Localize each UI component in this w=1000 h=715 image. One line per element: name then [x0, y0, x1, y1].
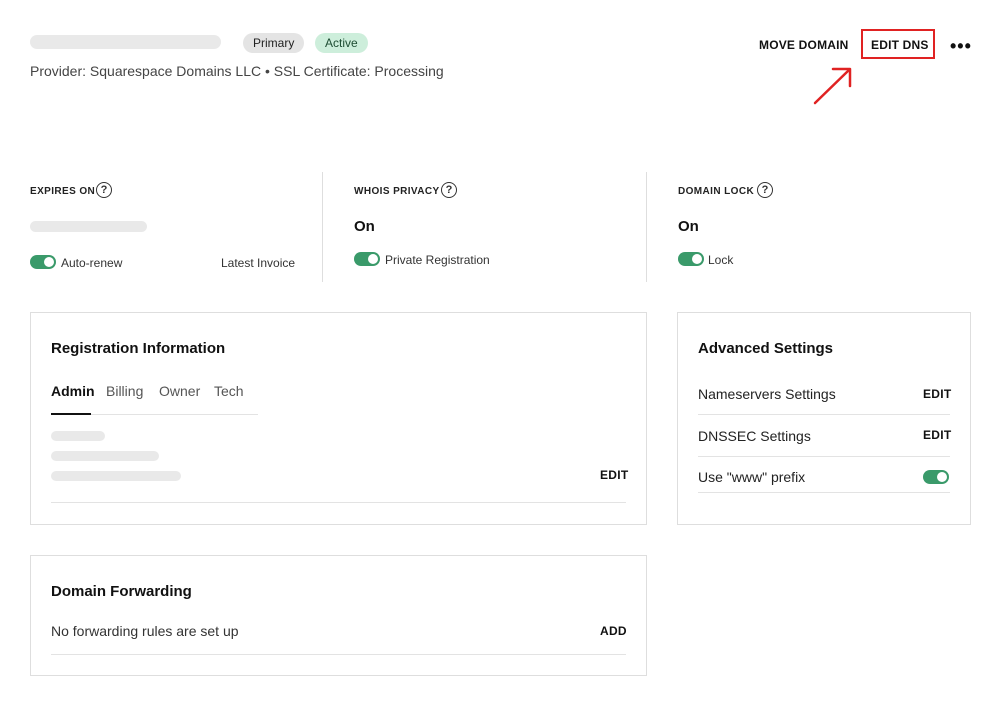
annotation-arrow-icon	[813, 67, 852, 105]
contact-placeholder	[51, 431, 105, 441]
expiry-date-placeholder	[30, 221, 147, 232]
divider	[698, 456, 950, 457]
divider	[698, 414, 950, 415]
registration-info-title: Registration Information	[51, 340, 226, 357]
nameservers-edit-button[interactable]: EDIT	[923, 387, 952, 401]
provider-subtitle: Provider: Squarespace Domains LLC • SSL …	[30, 63, 444, 79]
domain-forwarding-title: Domain Forwarding	[51, 583, 192, 600]
primary-badge: Primary	[243, 33, 305, 53]
divider	[322, 172, 323, 282]
nameservers-settings-label: Nameservers Settings	[698, 386, 836, 402]
contact-placeholder	[51, 451, 159, 461]
www-prefix-label: Use "www" prefix	[698, 469, 806, 485]
www-prefix-toggle[interactable]	[923, 470, 949, 484]
dnssec-settings-label: DNSSEC Settings	[698, 428, 811, 444]
registration-edit-button[interactable]: EDIT	[600, 468, 629, 482]
add-forwarding-button[interactable]: ADD	[600, 624, 627, 638]
help-icon[interactable]: ?	[757, 182, 773, 198]
help-icon[interactable]: ?	[441, 182, 457, 198]
help-icon[interactable]: ?	[96, 182, 112, 198]
domain-lock-toggle[interactable]	[678, 252, 704, 266]
divider	[698, 492, 950, 493]
expires-on-label: EXPIRES ON	[30, 186, 96, 197]
tab-owner[interactable]: Owner	[159, 383, 200, 399]
whois-privacy-label: WHOIS PRIVACY	[354, 186, 440, 197]
auto-renew-label: Auto-renew	[61, 256, 123, 270]
no-forwarding-rules-text: No forwarding rules are set up	[51, 623, 239, 639]
contact-placeholder	[51, 471, 181, 481]
domain-name-placeholder	[30, 35, 221, 49]
dnssec-edit-button[interactable]: EDIT	[923, 428, 952, 442]
active-status-badge: Active	[315, 33, 368, 53]
latest-invoice-link[interactable]: Latest Invoice	[221, 256, 295, 270]
tab-billing[interactable]: Billing	[106, 383, 143, 399]
tab-admin[interactable]: Admin	[51, 383, 95, 399]
active-tab-indicator	[51, 413, 91, 415]
domain-lock-toggle-label: Lock	[708, 253, 734, 267]
more-options-icon[interactable]: •••	[950, 36, 972, 57]
whois-privacy-value: On	[354, 218, 375, 235]
move-domain-button[interactable]: MOVE DOMAIN	[759, 38, 849, 52]
private-registration-toggle[interactable]	[354, 252, 380, 266]
private-registration-label: Private Registration	[385, 253, 490, 267]
domain-lock-label: DOMAIN LOCK	[678, 186, 755, 197]
domain-lock-value: On	[678, 218, 699, 235]
divider	[646, 172, 647, 282]
advanced-settings-title: Advanced Settings	[698, 340, 834, 357]
domain-forwarding-card	[30, 555, 647, 676]
divider	[51, 654, 626, 655]
divider	[51, 502, 626, 503]
auto-renew-toggle[interactable]	[30, 255, 56, 269]
edit-dns-button[interactable]: EDIT DNS	[871, 38, 929, 52]
tab-tech[interactable]: Tech	[214, 383, 244, 399]
